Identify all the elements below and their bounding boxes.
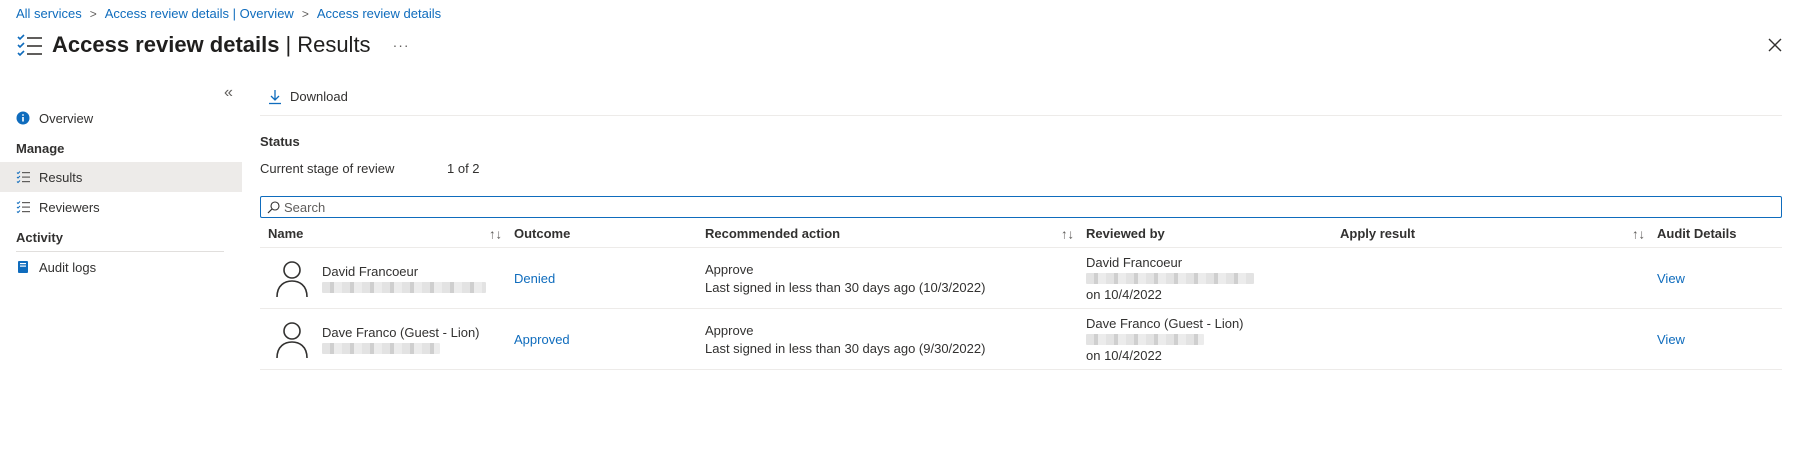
cell-name: Dave Franco (Guest - Lion) <box>260 319 514 359</box>
results-table: Name ↑↓ Outcome Recommended action ↑↓ Re… <box>260 220 1782 370</box>
recommended-action: Approve <box>705 261 754 277</box>
cell-outcome: Denied <box>514 271 705 286</box>
column-header-apply-result[interactable]: Apply result ↑↓ <box>1340 226 1657 241</box>
recommended-detail: Last signed in less than 30 days ago (9/… <box>705 340 986 356</box>
status-row: Current stage of review 1 of 2 <box>260 161 1782 176</box>
view-audit-link[interactable]: View <box>1657 332 1685 347</box>
person-icon <box>276 322 308 359</box>
chevron-right-icon: > <box>301 6 309 21</box>
main-content: Download Status Current stage of review … <box>260 78 1782 370</box>
column-label: Reviewed by <box>1086 226 1165 241</box>
sidebar-item-results[interactable]: Results <box>0 162 242 192</box>
redacted-email <box>1086 333 1204 345</box>
command-bar: Download <box>260 78 1782 116</box>
checklist-icon <box>17 34 42 57</box>
sort-icon[interactable]: ↑↓ <box>1632 226 1645 241</box>
page-title: Access review details <box>52 32 280 57</box>
redacted-email <box>322 281 486 293</box>
breadcrumb-access-review-details[interactable]: Access review details <box>317 6 441 21</box>
status-value: 1 of 2 <box>447 161 480 176</box>
title-separator: | <box>285 32 292 57</box>
more-options-button[interactable]: ··· <box>393 37 410 53</box>
column-label: Audit Details <box>1657 226 1737 241</box>
table-row[interactable]: Dave Franco (Guest - Lion) Approved Appr… <box>260 309 1782 370</box>
search-input[interactable] <box>284 199 1781 215</box>
breadcrumb: All services > Access review details | O… <box>16 6 441 21</box>
download-button[interactable]: Download <box>268 89 348 105</box>
outcome-link[interactable]: Approved <box>514 332 570 347</box>
sidebar-item-label: Reviewers <box>39 199 100 215</box>
breadcrumb-overview[interactable]: Access review details | Overview <box>105 6 294 21</box>
column-label: Apply result <box>1340 226 1416 241</box>
view-audit-link[interactable]: View <box>1657 271 1685 286</box>
redacted-email <box>322 342 440 354</box>
collapse-sidebar-button[interactable]: « <box>224 84 233 102</box>
column-label: Recommended action <box>705 226 841 241</box>
cell-reviewed-by: David Francoeur on 10/4/2022 <box>1086 255 1340 302</box>
sort-icon[interactable]: ↑↓ <box>489 226 502 241</box>
status-heading: Status <box>260 134 300 149</box>
reviewer-name: David Francoeur <box>1086 254 1183 270</box>
redacted-email <box>1086 272 1254 284</box>
table-header: Name ↑↓ Outcome Recommended action ↑↓ Re… <box>260 220 1782 248</box>
sort-icon[interactable]: ↑↓ <box>1061 226 1074 241</box>
book-icon <box>18 261 28 273</box>
sidebar-item-reviewers[interactable]: Reviewers <box>0 192 242 222</box>
cell-recommended-action: Approve Last signed in less than 30 days… <box>705 262 1086 295</box>
column-header-recommended-action[interactable]: Recommended action ↑↓ <box>705 226 1086 241</box>
user-name: Dave Franco (Guest - Lion) <box>322 324 480 340</box>
column-label: Name <box>268 226 304 241</box>
page-header: Access review details | Results ··· <box>16 30 410 60</box>
sidebar-item-label: Results <box>39 169 83 185</box>
download-label: Download <box>290 89 348 104</box>
column-label: Outcome <box>514 226 571 241</box>
table-row[interactable]: David Francoeur Denied Approve Last sign… <box>260 248 1782 309</box>
info-icon <box>16 111 30 125</box>
sidebar-item-label: Overview <box>39 110 94 126</box>
column-header-audit-details[interactable]: Audit Details <box>1657 226 1782 241</box>
cell-recommended-action: Approve Last signed in less than 30 days… <box>705 323 1086 356</box>
sidebar-item-label: Audit logs <box>39 259 97 275</box>
person-icon <box>276 261 308 298</box>
download-icon <box>269 89 281 104</box>
reviewer-name: Dave Franco (Guest - Lion) <box>1086 315 1244 331</box>
sidebar-item-overview[interactable]: Overview <box>0 103 242 133</box>
chevron-right-icon: > <box>89 6 97 21</box>
cell-outcome: Approved <box>514 332 705 347</box>
column-header-name[interactable]: Name ↑↓ <box>260 226 514 241</box>
review-date: on 10/4/2022 <box>1086 347 1162 363</box>
recommended-action: Approve <box>705 322 754 338</box>
user-name: David Francoeur <box>322 263 419 279</box>
search-box[interactable] <box>260 196 1782 218</box>
cell-name: David Francoeur <box>260 258 514 298</box>
nav-section-activity: Activity <box>16 230 63 245</box>
cell-audit-details: View <box>1657 332 1782 347</box>
search-icon <box>267 200 280 213</box>
review-date: on 10/4/2022 <box>1086 286 1162 302</box>
cell-audit-details: View <box>1657 271 1782 286</box>
cell-reviewed-by: Dave Franco (Guest - Lion) on 10/4/2022 <box>1086 316 1340 363</box>
column-header-reviewed-by[interactable]: Reviewed by <box>1086 226 1340 241</box>
sidebar-item-audit-logs[interactable]: Audit logs <box>0 252 242 282</box>
list-icon <box>16 201 30 214</box>
sidebar: « Overview Manage Results Reviewers Acti… <box>0 78 242 282</box>
recommended-detail: Last signed in less than 30 days ago (10… <box>705 279 986 295</box>
close-icon[interactable] <box>1766 36 1784 54</box>
breadcrumb-all-services[interactable]: All services <box>16 6 82 21</box>
page-subtitle: Results <box>297 32 371 57</box>
outcome-link[interactable]: Denied <box>514 271 555 286</box>
status-label: Current stage of review <box>260 161 395 176</box>
list-icon <box>16 171 30 184</box>
nav-section-manage: Manage <box>16 141 65 156</box>
column-header-outcome[interactable]: Outcome <box>514 226 705 241</box>
